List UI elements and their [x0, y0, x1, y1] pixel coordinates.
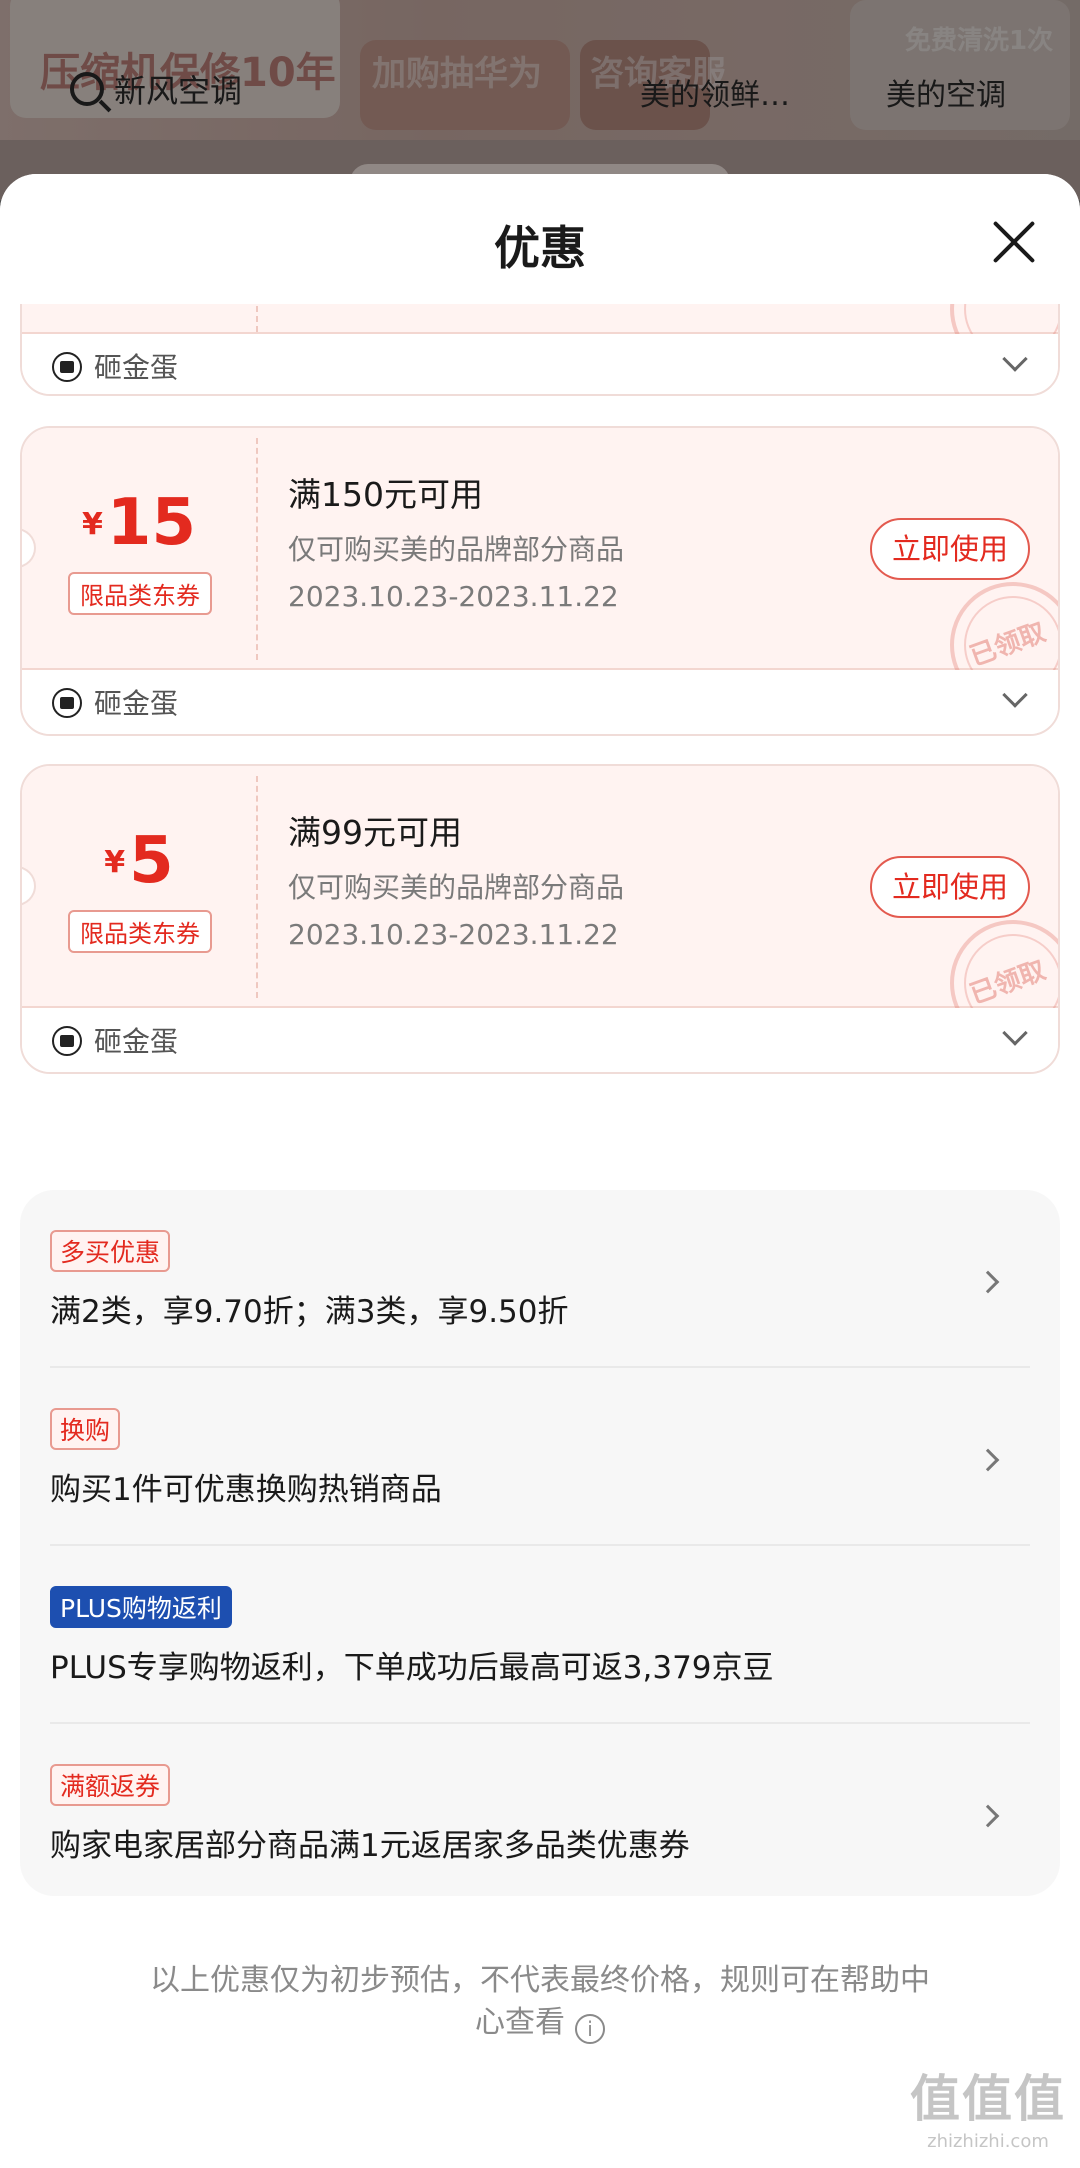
- sheet-header: 优惠: [0, 174, 1080, 304]
- coupon-footer-label: 砸金蛋: [94, 687, 179, 720]
- promotion-row: PLUS购物返利 PLUS专享购物返利，下单成功后最高可返3,379京豆: [50, 1546, 1030, 1724]
- coupon-scope: 仅可购买美的品牌部分商品: [288, 871, 625, 904]
- help-center-link[interactable]: 心查看: [475, 2005, 565, 2040]
- offers-sheet: 砸金蛋 ¥15 限品类东券 满150元可用 仅可购买美的品牌部分商品 2023.…: [0, 174, 1080, 2168]
- coupon-validity: 2023.10.23-2023.11.22: [288, 918, 619, 951]
- promotion-row[interactable]: 满额返券 购家电家居部分商品满1元返居家多品类优惠券: [50, 1724, 1030, 1902]
- coupon-amount-value: 15: [106, 486, 196, 560]
- chevron-down-icon[interactable]: [1002, 346, 1028, 372]
- coupon-amount: ¥5: [22, 824, 256, 898]
- coupon-validity: 2023.10.23-2023.11.22: [288, 580, 619, 613]
- chevron-down-icon[interactable]: [1002, 1020, 1028, 1046]
- golden-egg-icon: [52, 352, 82, 382]
- currency-symbol: ¥: [82, 507, 103, 542]
- coupon-info: 满150元可用 仅可购买美的品牌部分商品 2023.10.23-2023.11.…: [288, 468, 624, 613]
- disclaimer-line: 以上优惠仅为初步预估，不代表最终价格，规则可在帮助中: [150, 1963, 930, 1998]
- info-icon[interactable]: i: [575, 2014, 605, 2044]
- coupon-footer[interactable]: 砸金蛋: [22, 670, 1058, 734]
- use-now-button[interactable]: 立即使用: [870, 518, 1030, 580]
- promotion-text: 购家电家居部分商品满1元返居家多品类优惠券: [50, 1828, 690, 1864]
- promotion-tag: 换购: [50, 1408, 121, 1450]
- promotion-tag: 多买优惠: [50, 1230, 171, 1272]
- currency-symbol: ¥: [104, 845, 126, 880]
- promotion-row[interactable]: 换购 购买1件可优惠换购热销商品: [50, 1368, 1030, 1546]
- chevron-right-icon[interactable]: [976, 1448, 1000, 1472]
- coupon-threshold: 满99元可用: [288, 813, 462, 852]
- coupon-card: ¥15 限品类东券 满150元可用 仅可购买美的品牌部分商品 2023.10.2…: [20, 426, 1060, 736]
- coupon-body: ¥5 限品类东券 满99元可用 仅可购买美的品牌部分商品 2023.10.23-…: [22, 766, 1058, 1046]
- coupon-divider: [256, 438, 258, 660]
- golden-egg-icon: [52, 688, 82, 718]
- coupon-scope: 仅可购买美的品牌部分商品: [288, 533, 625, 566]
- watermark: 值值值 zhizhizhi.com: [910, 2059, 1066, 2152]
- coupon-card: ¥5 限品类东券 满99元可用 仅可购买美的品牌部分商品 2023.10.23-…: [20, 764, 1060, 1074]
- coupon-threshold: 满150元可用: [288, 475, 483, 514]
- close-icon[interactable]: [986, 214, 1042, 270]
- coupon-footer-label: 砸金蛋: [94, 1025, 179, 1058]
- use-now-button[interactable]: 立即使用: [870, 856, 1030, 918]
- plus-rebate-tag: PLUS购物返利: [50, 1586, 232, 1628]
- golden-egg-icon: [52, 1026, 82, 1056]
- watermark-logo: 值值值: [910, 2070, 1066, 2128]
- promotion-text: 购买1件可优惠换购热销商品: [50, 1472, 442, 1508]
- promotions-list: 多买优惠 满2类，享9.70折；满3类，享9.50折 换购 购买1件可优惠换购热…: [20, 1190, 1060, 1896]
- coupon-divider: [256, 776, 258, 998]
- watermark-url: zhizhizhi.com: [927, 2131, 1049, 2152]
- coupon-amount-value: 5: [129, 824, 174, 898]
- coupon-footer[interactable]: 砸金蛋: [22, 1008, 1058, 1072]
- claimed-stamp-text: 已领取: [966, 617, 1050, 673]
- chevron-right-icon[interactable]: [976, 1270, 1000, 1294]
- sheet-title: 优惠: [494, 221, 586, 275]
- coupon-body: ¥15 限品类东券 满150元可用 仅可购买美的品牌部分商品 2023.10.2…: [22, 428, 1058, 708]
- disclaimer: 以上优惠仅为初步预估，不代表最终价格，规则可在帮助中 心查看 i: [120, 1960, 960, 2044]
- promotion-text: 满2类，享9.70折；满3类，享9.50折: [50, 1294, 569, 1330]
- promotion-text: PLUS专享购物返利，下单成功后最高可返3,379京豆: [50, 1650, 774, 1686]
- chevron-down-icon[interactable]: [1002, 682, 1028, 708]
- coupon-type-tag: 限品类东券: [68, 910, 212, 953]
- coupon-amount: ¥15: [22, 486, 256, 560]
- promotion-tag: 满额返券: [50, 1764, 171, 1806]
- coupon-footer-label: 砸金蛋: [94, 351, 179, 384]
- coupon-footer[interactable]: 砸金蛋: [22, 334, 1058, 394]
- disclaimer-line-2: 心查看 i: [120, 2002, 960, 2044]
- promotion-row[interactable]: 多买优惠 满2类，享9.70折；满3类，享9.50折: [50, 1190, 1030, 1368]
- coupon-info: 满99元可用 仅可购买美的品牌部分商品 2023.10.23-2023.11.2…: [288, 806, 624, 951]
- chevron-right-icon[interactable]: [976, 1804, 1000, 1828]
- coupon-type-tag: 限品类东券: [68, 572, 212, 615]
- claimed-stamp-text: 已领取: [966, 955, 1050, 1011]
